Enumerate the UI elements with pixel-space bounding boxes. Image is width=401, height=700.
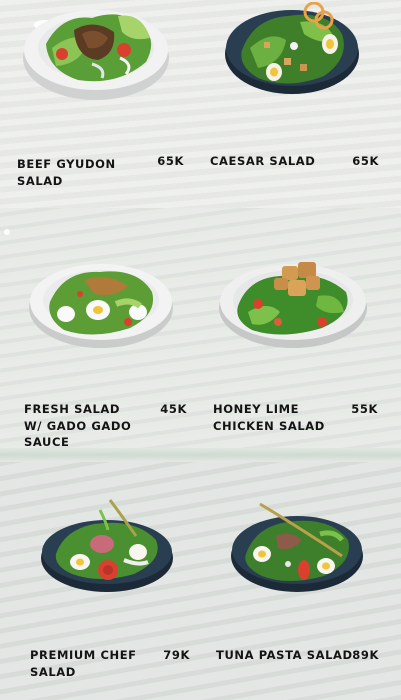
- premium-chef-salad-image[interactable]: [40, 496, 174, 594]
- menu-item-name: BEEF GYUDON SALAD: [17, 157, 116, 188]
- caesar-salad-image[interactable]: [224, 2, 360, 98]
- menu-item-name: TUNA PASTA SALAD: [216, 648, 353, 662]
- honey-lime-chicken-salad-image[interactable]: [218, 256, 368, 352]
- menu-item-name: HONEY LIME CHICKEN SALAD: [213, 402, 325, 433]
- menu-item-name: FRESH SALAD W/ GADO GADO SAUCE: [24, 402, 132, 449]
- tuna-pasta-salad-image[interactable]: [230, 500, 364, 594]
- menu-item-name: PREMIUM CHEF SALAD: [30, 648, 137, 679]
- fresh-salad-gado-gado-image[interactable]: [28, 258, 174, 350]
- menu-item-name: CAESAR SALAD: [210, 154, 316, 168]
- menu-item-price: 65k: [157, 154, 184, 168]
- menu-item-price: 89k: [352, 648, 379, 662]
- beef-gyudon-salad-image[interactable]: [22, 4, 170, 104]
- menu-item-price: 65k: [352, 154, 379, 168]
- light-reflection: [4, 229, 10, 235]
- menu-item-price: 55k: [351, 402, 378, 416]
- menu-item-price: 45k: [160, 402, 187, 416]
- menu-item-price: 79k: [163, 648, 190, 662]
